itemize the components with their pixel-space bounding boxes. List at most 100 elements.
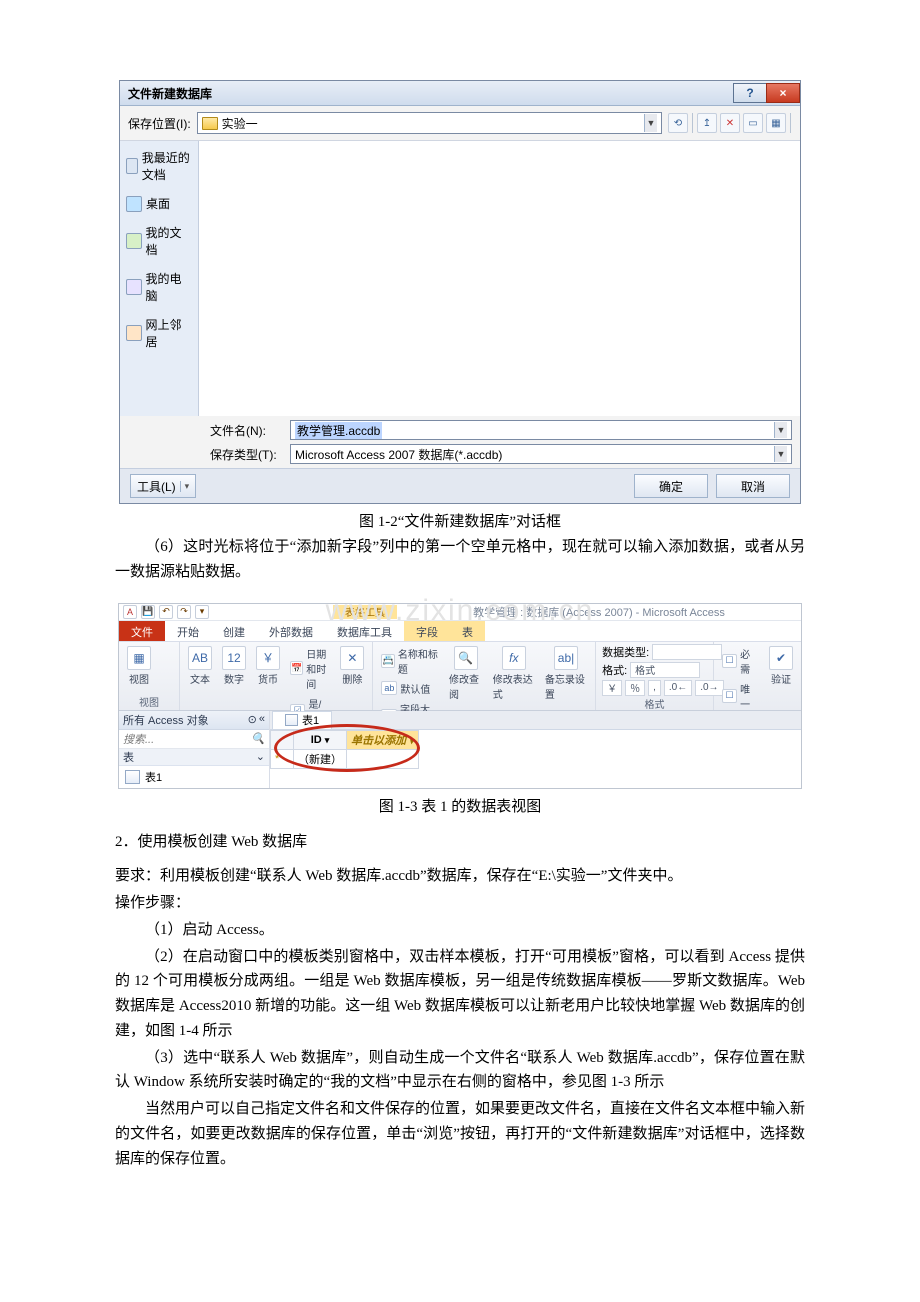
place-desktop[interactable]: 桌面: [120, 193, 198, 214]
view-button[interactable]: ▦视图: [125, 644, 153, 688]
file-new-database-dialog: 文件新建数据库 ? × 保存位置(I): 实验一 ▼ ⟲ ↥ ✕ ▭ ▦: [119, 80, 801, 504]
currency-button[interactable]: ￥货币: [254, 644, 282, 688]
new-folder-icon[interactable]: ▭: [743, 113, 763, 133]
tab-external[interactable]: 外部数据: [257, 621, 325, 641]
table-row-new[interactable]: * （新建）: [271, 749, 419, 768]
nav-collapse-icon[interactable]: ⊙«: [248, 713, 265, 726]
redo-icon[interactable]: ↷: [177, 605, 191, 619]
unique-check[interactable]: ☐唯一: [720, 679, 761, 713]
save-in-label: 保存位置(I):: [128, 115, 191, 132]
cell-id-new[interactable]: （新建）: [294, 749, 347, 768]
lookup-icon: 🔍: [454, 646, 478, 670]
search-icon: 🔍: [251, 732, 265, 745]
filetype-label: 保存类型(T):: [210, 446, 290, 463]
figure-1-2-caption: 图 1-2“文件新建数据库”对话框: [115, 510, 805, 531]
section-2-steps-label: 操作步骤：: [115, 891, 805, 916]
ribbon-group-validation: ☐必需 ☐唯一 ☐已索引 ✔验证 字段验证: [714, 642, 801, 710]
number-icon: 12: [222, 646, 246, 670]
tab-create[interactable]: 创建: [211, 621, 257, 641]
format-label: 格式:: [602, 662, 627, 678]
nav-item-table1[interactable]: 表1: [119, 766, 269, 788]
help-button[interactable]: ?: [733, 83, 767, 103]
filename-input[interactable]: 教学管理.accdb ▼: [290, 420, 792, 440]
filetype-combo[interactable]: Microsoft Access 2007 数据库(*.accdb) ▼: [290, 444, 792, 464]
dialog-titlebar: 文件新建数据库 ? ×: [120, 81, 800, 106]
validation-icon: ✔: [769, 646, 793, 670]
expr-icon: fx: [502, 646, 526, 670]
ribbon-group-addremove: AB文本 12数字 ￥货币 📅日期和时间 ☑是/否 ▾其他字段 ✕删除 添加和删…: [180, 642, 373, 710]
up-icon[interactable]: ↥: [697, 113, 717, 133]
nav-group-tables[interactable]: 表⌄: [119, 749, 269, 766]
tab-home[interactable]: 开始: [165, 621, 211, 641]
chevron-down-icon: ▾: [409, 736, 414, 746]
desktop-icon: [126, 196, 142, 212]
place-recent[interactable]: 我最近的文档: [120, 147, 198, 185]
section-2-title: 2．使用模板创建 Web 数据库: [115, 830, 805, 855]
tab-file[interactable]: 文件: [119, 621, 165, 641]
computer-icon: [126, 279, 142, 295]
comma-format-button[interactable]: ,: [648, 680, 661, 696]
datatype-label: 数据类型:: [602, 644, 649, 660]
datasheet-grid[interactable]: ID ▾ 单击以添加 ▾ * （新建）: [270, 730, 801, 769]
text-button[interactable]: AB文本: [186, 644, 214, 688]
ribbon-group-view: ▦视图 视图: [119, 642, 180, 710]
step-3: （3）选中“联系人 Web 数据库”，则自动生成一个文件名“联系人 Web 数据…: [115, 1046, 805, 1096]
back-icon[interactable]: ⟲: [668, 113, 688, 133]
undo-icon[interactable]: ↶: [159, 605, 173, 619]
checkbox-icon: ☐: [722, 654, 737, 668]
chevron-down-icon[interactable]: ▼: [644, 114, 657, 132]
datetime-icon: 📅: [290, 661, 303, 675]
name-caption-button[interactable]: 📇名称和标题: [379, 644, 441, 678]
close-button[interactable]: ×: [766, 83, 800, 103]
row-selector-header[interactable]: [271, 730, 294, 749]
table-icon: [125, 770, 140, 784]
validation-button[interactable]: ✔验证: [767, 644, 795, 688]
required-check[interactable]: ☐必需: [720, 644, 761, 678]
file-list[interactable]: [199, 141, 800, 416]
place-network[interactable]: 网上邻居: [120, 314, 198, 352]
places-bar: 我最近的文档 桌面 我的文档 我的电脑 网上邻居: [120, 141, 199, 416]
step-2: （2）在启动窗口中的模板类别窗格中，双击样本模板，打开“可用模板”窗格，可以看到…: [115, 945, 805, 1044]
save-in-combo[interactable]: 实验一 ▼: [197, 112, 662, 134]
ribbon-group-format: 数据类型: 格式:格式 ￥ ％ , .0← .0→ 格式: [596, 642, 714, 710]
chevron-down-icon[interactable]: ▼: [774, 446, 787, 462]
column-id[interactable]: ID ▾: [294, 730, 347, 749]
filetype-value: Microsoft Access 2007 数据库(*.accdb): [295, 446, 502, 463]
increase-decimals-button[interactable]: .0←: [664, 680, 692, 696]
memo-settings-button[interactable]: ab|备忘录设置: [543, 644, 589, 703]
figure-1-3-caption: 图 1-3 表 1 的数据表视图: [115, 795, 805, 816]
modify-lookup-button[interactable]: 🔍修改查阅: [447, 644, 485, 703]
datatype-combo[interactable]: [652, 644, 722, 660]
section-2-requirement: 要求：利用模板创建“联系人 Web 数据库.accdb”数据库，保存在“E:\实…: [115, 864, 805, 889]
datasheet-area: 表1 ID ▾ 单击以添加 ▾ * （新建）: [270, 711, 801, 788]
ribbon-group-props: 📇名称和标题 ab默认值 ↔字段大小 🔍修改查阅 fx修改表达式 ab|备忘录设…: [373, 642, 596, 710]
filename-value: 教学管理.accdb: [295, 422, 382, 439]
cancel-button[interactable]: 取消: [716, 474, 790, 498]
save-icon[interactable]: 💾: [141, 605, 155, 619]
object-tab-table1[interactable]: 表1: [272, 711, 332, 729]
folder-icon: [202, 117, 218, 130]
delete-icon[interactable]: ✕: [720, 113, 740, 133]
number-button[interactable]: 12数字: [220, 644, 248, 688]
place-mydocs[interactable]: 我的文档: [120, 222, 198, 260]
nav-search[interactable]: 搜索...🔍: [119, 730, 269, 749]
format-combo[interactable]: 格式: [630, 662, 700, 678]
nav-header[interactable]: 所有 Access 对象⊙«: [119, 711, 269, 730]
datetime-button[interactable]: 📅日期和时间: [288, 644, 332, 693]
chevron-down-icon[interactable]: ▼: [774, 422, 787, 438]
delete-icon: ✕: [340, 646, 364, 670]
default-value-button[interactable]: ab默认值: [379, 679, 441, 698]
place-mycomputer[interactable]: 我的电脑: [120, 268, 198, 306]
section-2-note: 当然用户可以自己指定文件名和文件保存的位置，如果要更改文件名，直接在文件名文本框…: [115, 1097, 805, 1171]
qat-more-icon[interactable]: ▾: [195, 605, 209, 619]
views-icon[interactable]: ▦: [766, 113, 786, 133]
modify-expr-button[interactable]: fx修改表达式: [491, 644, 537, 703]
ok-button[interactable]: 确定: [634, 474, 708, 498]
column-add-new[interactable]: 单击以添加 ▾: [347, 730, 419, 749]
delete-field-button[interactable]: ✕删除: [338, 644, 366, 688]
tools-button[interactable]: 工具(L)▾: [130, 474, 196, 498]
percent-format-button[interactable]: ％: [625, 680, 645, 696]
currency-format-button[interactable]: ￥: [602, 680, 622, 696]
step-1: （1）启动 Access。: [115, 918, 805, 943]
cell-addnew[interactable]: [347, 749, 419, 768]
